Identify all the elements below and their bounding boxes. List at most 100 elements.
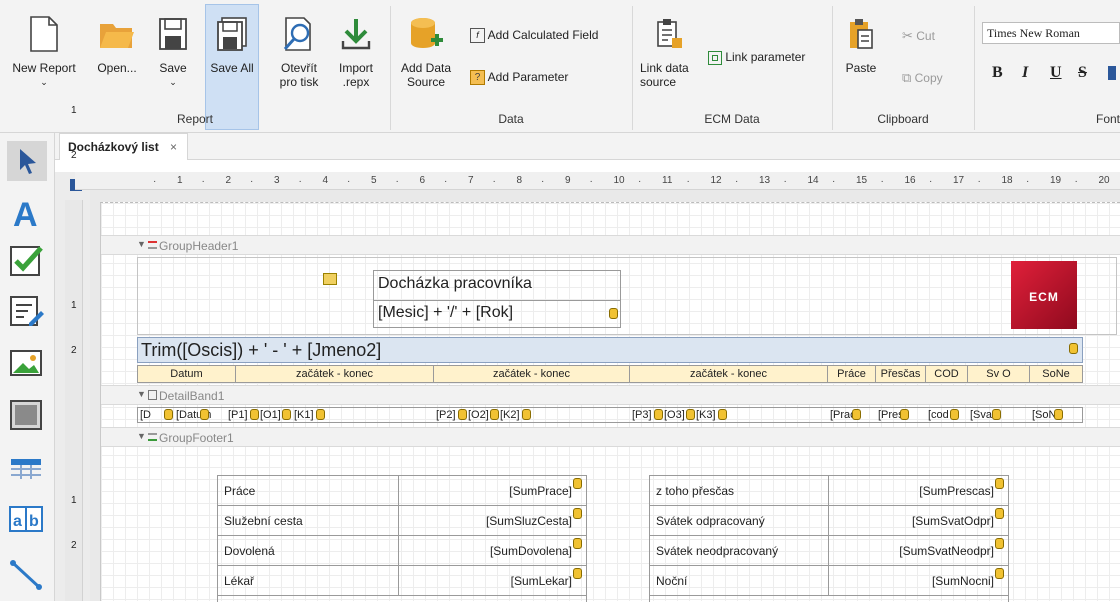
picture-icon[interactable] xyxy=(7,343,47,383)
footer-label[interactable]: Lékař xyxy=(224,574,254,588)
ecm-logo[interactable]: ECM xyxy=(1011,261,1077,329)
band-detail[interactable]: ▼ DetailBand1 xyxy=(101,385,1120,405)
ruler-number: 2 xyxy=(71,150,77,161)
italic-button[interactable]: I xyxy=(1022,64,1028,82)
footer-label[interactable]: Noční xyxy=(656,574,687,588)
collapse-icon[interactable]: ▼ xyxy=(137,389,146,399)
import-repx-button[interactable]: Import .repx xyxy=(330,16,382,89)
paste-button[interactable]: Paste xyxy=(836,16,886,75)
link-parameter-button[interactable]: Link parameter xyxy=(708,50,805,65)
detail-field[interactable]: [O2] xyxy=(468,408,489,422)
line-icon[interactable] xyxy=(7,553,47,593)
bold-button[interactable]: B xyxy=(992,64,1003,82)
strikethrough-button[interactable]: S xyxy=(1078,64,1087,82)
open-button[interactable]: Open... xyxy=(88,16,146,75)
group-header-icon xyxy=(148,241,157,249)
employee-name-field[interactable]: Trim([Oscis]) + ' - ' + [Jmeno2] xyxy=(137,337,1083,363)
add-parameter-button[interactable]: ? Add Parameter xyxy=(470,70,569,86)
footer-label[interactable]: Dovolená xyxy=(224,544,275,558)
checkbox-icon[interactable] xyxy=(7,241,47,281)
save-all-icon xyxy=(217,17,247,51)
detail-field[interactable]: [P1] xyxy=(228,408,248,422)
footer-value[interactable]: [SumSvatNeodpr] xyxy=(899,544,994,558)
add-parameter-label: Add Parameter xyxy=(487,70,569,84)
footer-value[interactable]: [SumSvatOdpr] xyxy=(912,514,994,528)
footer-value[interactable]: [SumDovolena] xyxy=(490,544,572,558)
pointer-icon[interactable] xyxy=(7,141,47,181)
cut-button[interactable]: ✂ Cut xyxy=(902,28,935,44)
save-label: Save xyxy=(159,61,187,75)
panel-icon[interactable] xyxy=(7,395,47,435)
detail-field[interactable]: [K1] xyxy=(294,408,314,422)
column-header: Sv O xyxy=(968,366,1030,382)
report-period[interactable]: [Mesic] + '/' + [Rok] xyxy=(373,300,621,328)
footer-value[interactable]: [SumPrescas] xyxy=(919,484,994,498)
footer-value[interactable]: [SumLekar] xyxy=(511,574,572,588)
report-page[interactable]: ▼ GroupHeader1 Docházka pracovníka [Mesi… xyxy=(100,202,1120,602)
expression-icon xyxy=(522,409,531,420)
detail-field[interactable]: [SoN xyxy=(1032,408,1056,422)
richtext-icon[interactable] xyxy=(7,291,47,331)
tab-dochazkovy-list[interactable]: Docházkový list × xyxy=(59,133,189,160)
database-add-icon xyxy=(411,18,443,48)
detail-field[interactable]: [cod xyxy=(928,408,949,422)
band-title: GroupHeader1 xyxy=(159,239,239,253)
footer-value[interactable]: [SumSluzCesta] xyxy=(486,514,572,528)
expression-icon xyxy=(200,409,209,420)
label-icon[interactable]: A xyxy=(7,193,47,234)
footer-row: Lékař [SumLekar] xyxy=(218,566,586,596)
ruler-tick: · xyxy=(1074,176,1078,187)
otevrit-pro-tisk-button[interactable]: Otevřít pro tisk xyxy=(270,16,328,89)
band-group-header[interactable]: ▼ GroupHeader1 xyxy=(101,235,1120,255)
document-tab-bar: Docházkový list × xyxy=(55,133,1120,160)
ruler-number: 9 xyxy=(565,175,571,186)
detail-field[interactable]: [O1] xyxy=(260,408,281,422)
copy-button[interactable]: ⧉ Copy xyxy=(902,70,943,86)
ruler-tick: · xyxy=(929,176,933,187)
design-canvas[interactable]: ▼ GroupHeader1 Docházka pracovníka [Mesi… xyxy=(90,190,1120,602)
footer-value[interactable]: [SumPrace] xyxy=(509,484,572,498)
add-data-source-button[interactable]: Add Data Source xyxy=(396,16,456,89)
footer-label[interactable]: Svátek odpracovaný xyxy=(656,514,765,528)
group-label-report: Report xyxy=(176,112,214,126)
collapse-icon[interactable]: ▼ xyxy=(137,239,146,249)
detail-field[interactable]: [K3] xyxy=(696,408,716,422)
close-icon[interactable]: × xyxy=(170,140,177,154)
font-name-select[interactable]: Times New Roman xyxy=(982,22,1120,44)
detail-band-icon xyxy=(148,390,157,400)
detail-field[interactable]: [K2] xyxy=(500,408,520,422)
report-title[interactable]: Docházka pracovníka xyxy=(373,270,621,300)
table-icon[interactable] xyxy=(7,449,47,489)
footer-label[interactable]: Práce xyxy=(224,484,255,498)
footer-value[interactable]: [SumNocni] xyxy=(932,574,994,588)
svg-text:b: b xyxy=(29,513,39,530)
footer-column-divider xyxy=(398,506,399,536)
svg-text:A: A xyxy=(13,196,38,233)
picture-placeholder-icon[interactable] xyxy=(323,273,337,285)
ruler-tick: · xyxy=(492,176,496,187)
ruler-number: 3 xyxy=(274,175,280,186)
link-source-label: source xyxy=(640,75,677,89)
footer-label[interactable]: Služební cesta xyxy=(224,514,303,528)
ruler-number: 10 xyxy=(613,175,625,186)
new-report-button[interactable]: New Report ⌄ xyxy=(4,16,84,89)
save-button[interactable]: Save ⌄ xyxy=(152,16,194,89)
detail-row[interactable]: [D [Datum [P1] [O1] [K1] [P2] [O2] [K2] [P3] [O3]… xyxy=(137,407,1083,423)
underline-button[interactable]: U xyxy=(1050,64,1062,82)
font-color-icon[interactable] xyxy=(1108,66,1116,80)
add-calculated-field-button[interactable]: f Add Calculated Field xyxy=(470,28,598,44)
print-preview-icon xyxy=(283,17,311,51)
detail-field[interactable]: [P3] xyxy=(632,408,652,422)
characterbox-icon[interactable]: ab xyxy=(7,499,47,539)
link-data-source-button[interactable]: Link data source xyxy=(636,16,700,89)
ruler-number: 16 xyxy=(904,175,916,186)
copy-label: Copy xyxy=(914,71,943,85)
footer-label[interactable]: Svátek neodpracovaný xyxy=(656,544,778,558)
band-group-footer[interactable]: ▼ GroupFooter1 xyxy=(101,427,1120,447)
group-label-clipboard: Clipboard xyxy=(877,112,929,126)
detail-field[interactable]: [O3] xyxy=(664,408,685,422)
collapse-icon[interactable]: ▼ xyxy=(137,431,146,441)
detail-field[interactable]: [D xyxy=(140,408,151,422)
detail-field[interactable]: [P2] xyxy=(436,408,456,422)
footer-label[interactable]: z toho přesčas xyxy=(656,484,734,498)
